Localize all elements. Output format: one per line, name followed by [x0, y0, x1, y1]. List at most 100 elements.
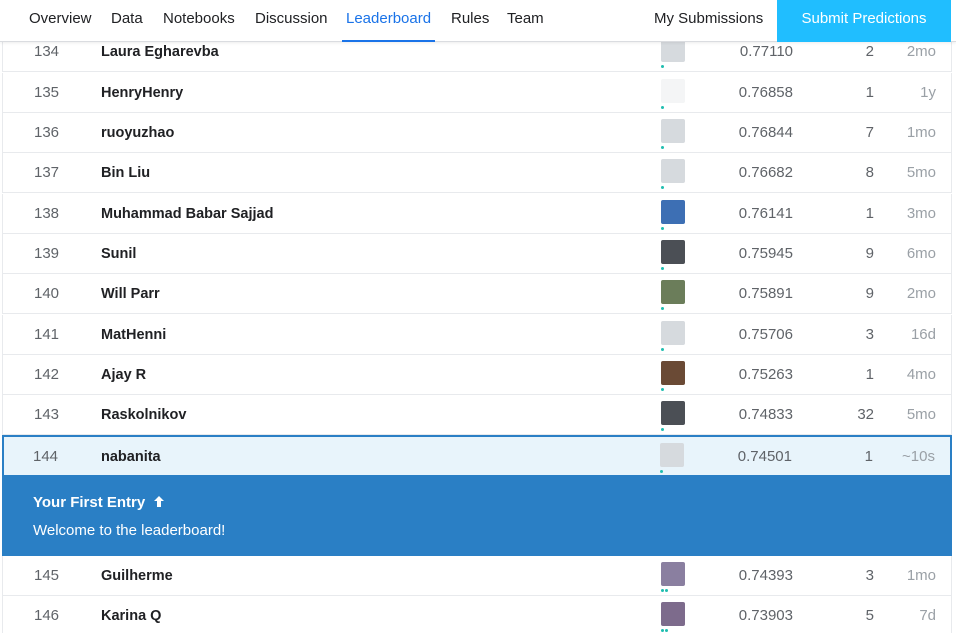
table-row[interactable]: 146 Karina Q 0.73903 5 7d [2, 596, 952, 633]
rank: 144 [33, 448, 59, 465]
last-submission: 3mo [906, 205, 936, 222]
score: 0.75945 [738, 245, 793, 262]
rank: 140 [34, 285, 60, 302]
table-row[interactable]: 142 Ajay R 0.75263 1 4mo [2, 355, 952, 395]
rank: 145 [34, 567, 60, 584]
avatar[interactable] [661, 200, 685, 224]
rank: 135 [34, 84, 60, 101]
entries: 1 [865, 205, 874, 222]
last-submission: 16d [910, 326, 936, 343]
my-team-row[interactable]: 144 nabanita 0.74501 1 ~10s [2, 435, 952, 477]
avatar[interactable] [661, 119, 685, 143]
tier-dot [661, 428, 664, 431]
avatar[interactable] [661, 240, 685, 264]
avatar[interactable] [661, 602, 685, 626]
team-name[interactable]: Karina Q [101, 596, 161, 633]
rank: 141 [34, 326, 60, 343]
my-submissions-link[interactable]: My Submissions [654, 0, 763, 42]
tab-rules[interactable]: Rules [451, 0, 489, 42]
rank: 137 [34, 164, 60, 181]
avatar[interactable] [661, 401, 685, 425]
tier-dot [660, 470, 663, 473]
entries: 1 [864, 448, 873, 465]
score: 0.74833 [738, 406, 793, 423]
last-submission: 4mo [906, 366, 936, 383]
rank: 142 [34, 366, 60, 383]
last-submission: 1mo [906, 567, 936, 584]
last-submission: 1mo [906, 124, 936, 141]
last-submission: 2mo [906, 285, 936, 302]
tier-dot [661, 186, 664, 189]
score: 0.76141 [738, 205, 793, 222]
score: 0.76844 [738, 124, 793, 141]
score: 0.75263 [738, 366, 793, 383]
team-name[interactable]: Guilherme [101, 556, 173, 596]
tab-data[interactable]: Data [111, 0, 143, 42]
tier-dot [661, 106, 664, 109]
avatar[interactable] [661, 562, 685, 586]
entries: 8 [865, 164, 874, 181]
tier-dot [661, 348, 664, 351]
entries: 32 [857, 406, 874, 423]
score: 0.73903 [738, 607, 793, 624]
avatar[interactable] [661, 361, 685, 385]
team-name[interactable]: Sunil [101, 234, 136, 274]
tier-dot [661, 227, 664, 230]
tier-dot [661, 267, 664, 270]
team-name[interactable]: HenryHenry [101, 73, 183, 113]
rank: 136 [34, 124, 60, 141]
table-row[interactable]: 143 Raskolnikov 0.74833 32 5mo [2, 395, 952, 435]
team-name[interactable]: Bin Liu [101, 153, 150, 193]
tab-team[interactable]: Team [507, 0, 544, 42]
first-entry-banner: Your First Entry Welcome to the leaderbo… [2, 476, 952, 556]
team-name[interactable]: Raskolnikov [101, 395, 186, 435]
rank: 143 [34, 406, 60, 423]
avatar[interactable] [661, 321, 685, 345]
submit-predictions-button[interactable]: Submit Predictions [777, 0, 951, 42]
team-name[interactable]: Will Parr [101, 274, 160, 314]
tier-dot [665, 629, 668, 632]
avatar[interactable] [661, 280, 685, 304]
last-submission: ~10s [902, 448, 935, 465]
tier-dot [661, 307, 664, 310]
score: 0.76682 [738, 164, 793, 181]
team-name[interactable]: nabanita [101, 437, 161, 477]
team-name[interactable]: Muhammad Babar Sajjad [101, 194, 273, 234]
rank: 138 [34, 205, 60, 222]
tier-dot [661, 388, 664, 391]
last-submission: 1y [920, 84, 936, 101]
table-row[interactable]: 136 ruoyuzhao 0.76844 7 1mo [2, 113, 952, 153]
table-row[interactable]: 145 Guilherme 0.74393 3 1mo [2, 556, 952, 596]
tab-overview[interactable]: Overview [29, 0, 92, 42]
rank: 146 [34, 607, 60, 624]
last-submission: 5mo [906, 164, 936, 181]
entries: 5 [865, 607, 874, 624]
banner-message: Welcome to the leaderboard! [33, 522, 226, 539]
team-name[interactable]: Ajay R [101, 355, 146, 395]
tier-dot [661, 629, 664, 632]
avatar[interactable] [661, 159, 685, 183]
team-name[interactable]: MatHenni [101, 315, 166, 355]
arrow-up-icon [154, 496, 165, 507]
last-submission: 5mo [906, 406, 936, 423]
tab-leaderboard[interactable]: Leaderboard [341, 0, 436, 42]
banner-title-text: Your First Entry [33, 494, 146, 511]
tier-dot [661, 146, 664, 149]
last-submission: 7d [919, 607, 936, 624]
last-submission: 6mo [906, 245, 936, 262]
tab-notebooks[interactable]: Notebooks [163, 0, 235, 42]
avatar[interactable] [661, 79, 685, 103]
table-row[interactable]: 140 Will Parr 0.75891 9 2mo [2, 274, 952, 314]
tier-dot [661, 589, 664, 592]
tab-discussion[interactable]: Discussion [255, 0, 328, 42]
tier-dot [665, 589, 668, 592]
competition-nav: Overview Data Notebooks Discussion Leade… [0, 0, 956, 42]
avatar[interactable] [660, 443, 684, 467]
team-name[interactable]: ruoyuzhao [101, 113, 174, 153]
table-row[interactable]: 137 Bin Liu 0.76682 8 5mo [2, 153, 952, 193]
table-row[interactable]: 141 MatHenni 0.75706 3 16d [2, 315, 952, 355]
table-row[interactable]: 135 HenryHenry 0.76858 1 1y [2, 73, 952, 113]
table-row[interactable]: 138 Muhammad Babar Sajjad 0.76141 1 3mo [2, 194, 952, 234]
table-row[interactable]: 139 Sunil 0.75945 9 6mo [2, 234, 952, 274]
entries: 1 [865, 84, 874, 101]
